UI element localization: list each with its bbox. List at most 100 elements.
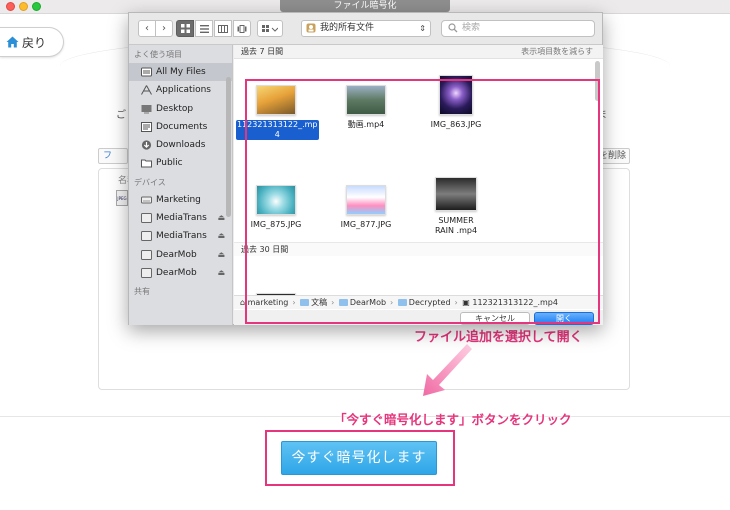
nav-back-button[interactable]: ‹ (138, 20, 156, 37)
path-segment[interactable]: ▣ 112321313122_.mp4 (462, 296, 558, 309)
chevron-right-icon: › (162, 23, 166, 34)
user-home-icon (306, 23, 316, 33)
sidebar-header-devices: デバイス (134, 177, 166, 187)
path-separator-icon: › (331, 298, 335, 307)
path-segment[interactable]: DearMob (338, 296, 386, 309)
search-placeholder: 検索 (462, 23, 481, 33)
path-separator-icon: › (390, 298, 394, 307)
close-window-icon[interactable] (6, 2, 15, 11)
all-files-icon (141, 67, 152, 77)
dialog-button-bar: キャンセル 開く (234, 310, 603, 325)
sidebar-item-applications[interactable]: Applications (129, 81, 232, 99)
sidebar-item-label: MediaTrans (156, 231, 207, 242)
video-thumbnail (346, 85, 386, 115)
sidebar-item-documents[interactable]: Documents (129, 118, 232, 136)
annotation-encrypt-hint: 「今すぐ暗号化します」ボタンをクリック (334, 412, 572, 427)
eject-icon[interactable]: ⏏ (217, 209, 225, 227)
disk-icon (141, 231, 152, 242)
column-view-icon (218, 24, 228, 33)
video-thumbnail (256, 85, 296, 115)
sidebar-item-label: Desktop (156, 103, 194, 114)
icon-view-button[interactable] (176, 20, 194, 37)
sidebar-header-shared: 共有 (134, 287, 150, 297)
sidebar-item-mediatrans-2[interactable]: MediaTrans ⏏ (129, 227, 232, 245)
annotation-arrow-icon (423, 344, 472, 396)
eject-icon[interactable]: ⏏ (217, 227, 225, 245)
location-popup[interactable]: 我的所有文件 ⇕ (301, 20, 431, 37)
path-segment[interactable]: 文稿 (300, 296, 327, 309)
file-item[interactable]: SUMMER RAIN .mp4 (416, 177, 496, 236)
sidebar-item-label: Applications (156, 85, 211, 96)
home-icon (6, 36, 19, 48)
file-item[interactable]: IMG_863.JPG (416, 75, 496, 130)
sidebar-item-label: Marketing (156, 194, 201, 205)
folder-icon (300, 299, 310, 306)
sidebar-item-label: Downloads (156, 140, 206, 151)
nav-forward-button[interactable]: › (155, 20, 173, 37)
section-header-recent: 過去 7 日間 表示項目数を減らす (234, 45, 603, 59)
path-segment[interactable]: ⌂ marketing (240, 296, 288, 309)
jpeg-file-icon: JPEG (116, 190, 128, 206)
image-thumbnail (256, 185, 296, 215)
file-name: IMG_875.JPG (250, 220, 302, 229)
arrange-button[interactable] (257, 20, 283, 37)
path-bar: ⌂ marketing › 文稿 › DearMob › Decrypted › ▣ 1… (234, 295, 603, 309)
sidebar-item-label: All My Files (156, 67, 206, 77)
updown-chevron-icon: ⇕ (419, 24, 426, 33)
encrypt-now-button[interactable]: 今すぐ暗号化します (281, 441, 437, 475)
path-segment[interactable]: Decrypted (397, 296, 451, 309)
search-icon (448, 23, 458, 33)
file-open-dialog: ‹ › 我的所有文件 ⇕ 検索 よく使う項目 All My Files Appl… (128, 12, 603, 325)
disk-icon (141, 267, 152, 278)
sidebar-item-dearmob[interactable]: DearMob ⏏ (129, 246, 232, 264)
applications-icon (141, 85, 152, 96)
zoom-window-icon[interactable] (32, 2, 41, 11)
add-file-button[interactable]: フ (98, 148, 128, 164)
open-button[interactable]: 開く (534, 312, 594, 325)
pane-scrollbar[interactable] (595, 61, 600, 101)
back-button[interactable]: 戻り (0, 27, 64, 57)
documents-icon (141, 121, 152, 132)
show-less-link[interactable]: 表示項目数を減らす (521, 45, 593, 59)
file-name: IMG_863.JPG (430, 120, 482, 129)
file-browser-pane: 過去 7 日間 表示項目数を減らす 112321313122_.mp 4 動画.m… (234, 45, 603, 325)
sidebar-item-downloads[interactable]: Downloads (129, 136, 232, 154)
sidebar-item-desktop[interactable]: Desktop (129, 100, 232, 118)
section-header-30days: 過去 30 日間 (234, 242, 603, 256)
file-name: IMG_877.JPG (340, 220, 392, 229)
sidebar-item-dearmob-2[interactable]: DearMob ⏏ (129, 264, 232, 282)
location-label: 我的所有文件 (320, 23, 375, 33)
file-item[interactable]: 動画.mp4 (326, 85, 406, 130)
sidebar-item-public[interactable]: Public (129, 154, 232, 172)
dialog-toolbar: ‹ › 我的所有文件 ⇕ 検索 (129, 13, 602, 45)
eject-icon[interactable]: ⏏ (217, 264, 225, 282)
coverflow-view-button[interactable] (233, 20, 251, 37)
column-view-button[interactable] (214, 20, 232, 37)
sidebar-header-favorites: よく使う項目 (134, 50, 182, 59)
disk-icon (141, 249, 152, 260)
arrange-icon (262, 24, 278, 32)
sidebar-item-label: DearMob (156, 267, 197, 278)
sidebar-scrollbar[interactable] (226, 77, 231, 217)
cancel-button[interactable]: キャンセル (460, 312, 530, 325)
video-thumbnail (435, 177, 477, 211)
folder-icon (397, 299, 407, 306)
file-item[interactable]: IMG_875.JPG (236, 185, 316, 230)
sidebar-item-mediatrans[interactable]: MediaTrans ⏏ (129, 209, 232, 227)
sidebar-item-marketing[interactable]: Marketing (129, 191, 232, 209)
file-item[interactable]: 112321313122_.mp 4 (236, 85, 319, 140)
path-separator-icon: › (454, 298, 458, 307)
back-button-label: 戻り (22, 35, 47, 50)
minimize-window-icon[interactable] (19, 2, 28, 11)
search-field[interactable]: 検索 (441, 20, 595, 37)
list-view-icon (199, 24, 209, 33)
sidebar-item-all-my-files[interactable]: All My Files (129, 63, 232, 82)
section-title: 過去 7 日間 (241, 47, 284, 56)
image-thumbnail (439, 75, 473, 115)
file-item[interactable]: IMG_877.JPG (326, 185, 406, 230)
image-thumbnail (346, 185, 386, 215)
sidebar-item-label: MediaTrans (156, 213, 207, 224)
eject-icon[interactable]: ⏏ (217, 246, 225, 264)
list-view-button[interactable] (195, 20, 213, 37)
file-name: SUMMER RAIN .mp4 (434, 216, 478, 235)
